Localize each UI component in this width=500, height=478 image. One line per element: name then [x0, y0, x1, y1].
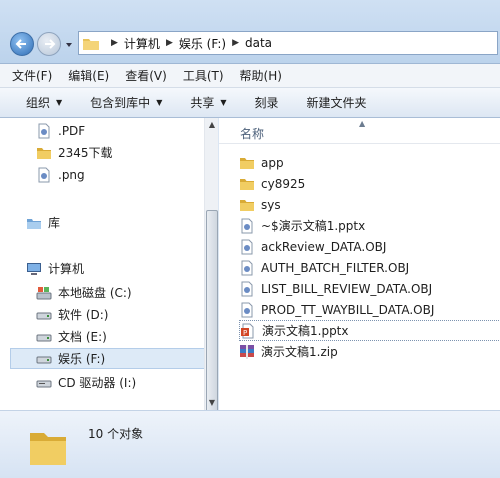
nav-item-label: 文档 (E:)	[58, 330, 107, 344]
breadcrumb-drive-f[interactable]: 娱乐 (F:)	[179, 35, 226, 52]
drive-icon	[36, 334, 52, 341]
include-in-library-button[interactable]: 包含到库中 ▼	[90, 94, 162, 111]
nav-item-label: CD 驱动器 (I:)	[58, 376, 137, 390]
file-item-app[interactable]: app	[239, 152, 479, 173]
nav-scrollbar[interactable]: ▲ ▼	[204, 118, 218, 440]
column-header[interactable]: 名称 ▲	[219, 118, 500, 144]
breadcrumb-data[interactable]: data	[245, 36, 272, 50]
file-list-pane: 名称 ▲ app cy8925 sys ~$演示文稿1.pptx ackRevi…	[219, 118, 500, 410]
menu-file[interactable]: 文件(F)	[12, 67, 52, 84]
file-generic-icon	[38, 167, 50, 182]
nav-item-label: 计算机	[48, 262, 85, 276]
file-item-prod-tt-obj[interactable]: PROD_TT_WAYBILL_DATA.OBJ	[239, 299, 479, 320]
file-item-cy8925[interactable]: cy8925	[239, 173, 479, 194]
recent-pages-chevron-icon[interactable]	[64, 40, 74, 50]
share-label: 共享	[190, 96, 215, 110]
menu-help[interactable]: 帮助(H)	[240, 67, 282, 84]
menu-tools[interactable]: 工具(T)	[183, 67, 224, 84]
nav-item-label: 库	[48, 216, 61, 230]
file-item-zip[interactable]: 演示文稿1.zip	[239, 341, 479, 362]
breadcrumb-separator-icon[interactable]: ▶	[166, 38, 173, 48]
file-item-label: 演示文稿1.zip	[261, 345, 338, 359]
file-item-label: cy8925	[261, 176, 306, 191]
folder-icon	[83, 38, 99, 50]
organize-label: 组织	[26, 96, 51, 110]
nav-item-libraries[interactable]: 库	[26, 212, 231, 233]
new-folder-button[interactable]: 新建文件夹	[307, 94, 367, 111]
nav-item-drive-f[interactable]: 娱乐 (F:)	[10, 348, 215, 369]
file-generic-icon	[241, 260, 253, 275]
zip-icon	[240, 344, 254, 359]
computer-icon	[27, 262, 41, 275]
include-library-label: 包含到库中	[90, 96, 151, 110]
file-generic-icon	[38, 123, 50, 138]
back-button[interactable]	[10, 32, 34, 56]
arrow-left-icon	[15, 39, 26, 49]
nav-item-label: .png	[58, 167, 85, 182]
nav-item-computer[interactable]: 计算机	[26, 258, 231, 279]
title-bar: ▶ 计算机 ▶ 娱乐 (F:) ▶ data	[0, 0, 500, 64]
menu-bar: 文件(F) 编辑(E) 查看(V) 工具(T) 帮助(H)	[0, 64, 500, 88]
folder-icon	[37, 147, 51, 159]
file-item-label: sys	[261, 197, 281, 212]
file-item-label: PROD_TT_WAYBILL_DATA.OBJ	[261, 302, 435, 317]
file-item-label: LIST_BILL_REVIEW_DATA.OBJ	[261, 281, 433, 296]
nav-item-label: 2345下载	[58, 146, 113, 160]
column-header-name[interactable]: 名称	[240, 125, 264, 142]
svg-text:P: P	[243, 329, 247, 337]
breadcrumb-separator-icon[interactable]: ▶	[111, 38, 118, 48]
command-bar: 组织 ▼ 包含到库中 ▼ 共享 ▼ 刻录 新建文件夹	[0, 88, 500, 118]
arrow-right-icon	[45, 39, 56, 49]
file-item-label: 演示文稿1.pptx	[262, 324, 349, 338]
dropdown-arrow-icon: ▼	[56, 98, 63, 107]
organize-button[interactable]: 组织 ▼	[26, 94, 62, 111]
file-generic-icon	[241, 281, 253, 296]
nav-item-label: 软件 (D:)	[58, 308, 109, 322]
drive-icon	[36, 312, 52, 319]
file-item-pptx[interactable]: P 演示文稿1.pptx	[239, 320, 500, 341]
file-item-list-bill-obj[interactable]: LIST_BILL_REVIEW_DATA.OBJ	[239, 278, 479, 299]
details-pane: 10 个对象	[0, 410, 500, 478]
file-generic-icon	[241, 239, 253, 254]
nav-item-label: 娱乐 (F:)	[58, 352, 106, 366]
file-generic-icon	[241, 218, 253, 233]
forward-button[interactable]	[37, 32, 61, 56]
file-item-sys[interactable]: sys	[239, 194, 479, 215]
scroll-up-icon[interactable]: ▲	[207, 120, 217, 130]
menu-edit[interactable]: 编辑(E)	[68, 67, 109, 84]
file-item-label: app	[261, 155, 284, 170]
folder-icon	[240, 199, 254, 211]
scroll-down-icon[interactable]: ▼	[207, 398, 217, 408]
address-bar[interactable]: ▶ 计算机 ▶ 娱乐 (F:) ▶ data	[78, 31, 498, 55]
cd-drive-icon	[36, 380, 52, 387]
share-button[interactable]: 共享 ▼	[190, 94, 226, 111]
file-generic-icon	[241, 302, 253, 317]
pptx-icon: P	[241, 323, 254, 338]
folder-icon	[240, 157, 254, 169]
nav-item-label: .PDF	[58, 123, 86, 138]
file-item-label: ackReview_DATA.OBJ	[261, 239, 387, 254]
file-item-label: AUTH_BATCH_FILTER.OBJ	[261, 260, 410, 275]
system-drive-icon	[36, 286, 52, 299]
burn-button[interactable]: 刻录	[255, 94, 279, 111]
breadcrumb-separator-icon[interactable]: ▶	[232, 38, 239, 48]
item-count: 10 个对象	[88, 427, 144, 441]
dropdown-arrow-icon: ▼	[156, 98, 163, 107]
nav-item-label: 本地磁盘 (C:)	[58, 286, 132, 300]
menu-view[interactable]: 查看(V)	[125, 67, 167, 84]
folder-icon	[240, 178, 254, 190]
file-item-auth-batch-obj[interactable]: AUTH_BATCH_FILTER.OBJ	[239, 257, 479, 278]
file-item-ackreview-obj[interactable]: ackReview_DATA.OBJ	[239, 236, 479, 257]
drive-icon	[36, 356, 52, 363]
breadcrumb-computer[interactable]: 计算机	[124, 35, 160, 52]
library-icon	[27, 218, 41, 229]
navigation-pane: .PDF 2345下载 .png 库 计算机 本地磁盘 (C:) 软件 (D:)…	[0, 118, 218, 440]
dropdown-arrow-icon: ▼	[220, 98, 227, 107]
folder-icon	[30, 433, 66, 465]
file-item-temp-pptx[interactable]: ~$演示文稿1.pptx	[239, 215, 479, 236]
sort-ascending-icon: ▲	[359, 119, 366, 128]
file-item-label: ~$演示文稿1.pptx	[261, 219, 366, 233]
